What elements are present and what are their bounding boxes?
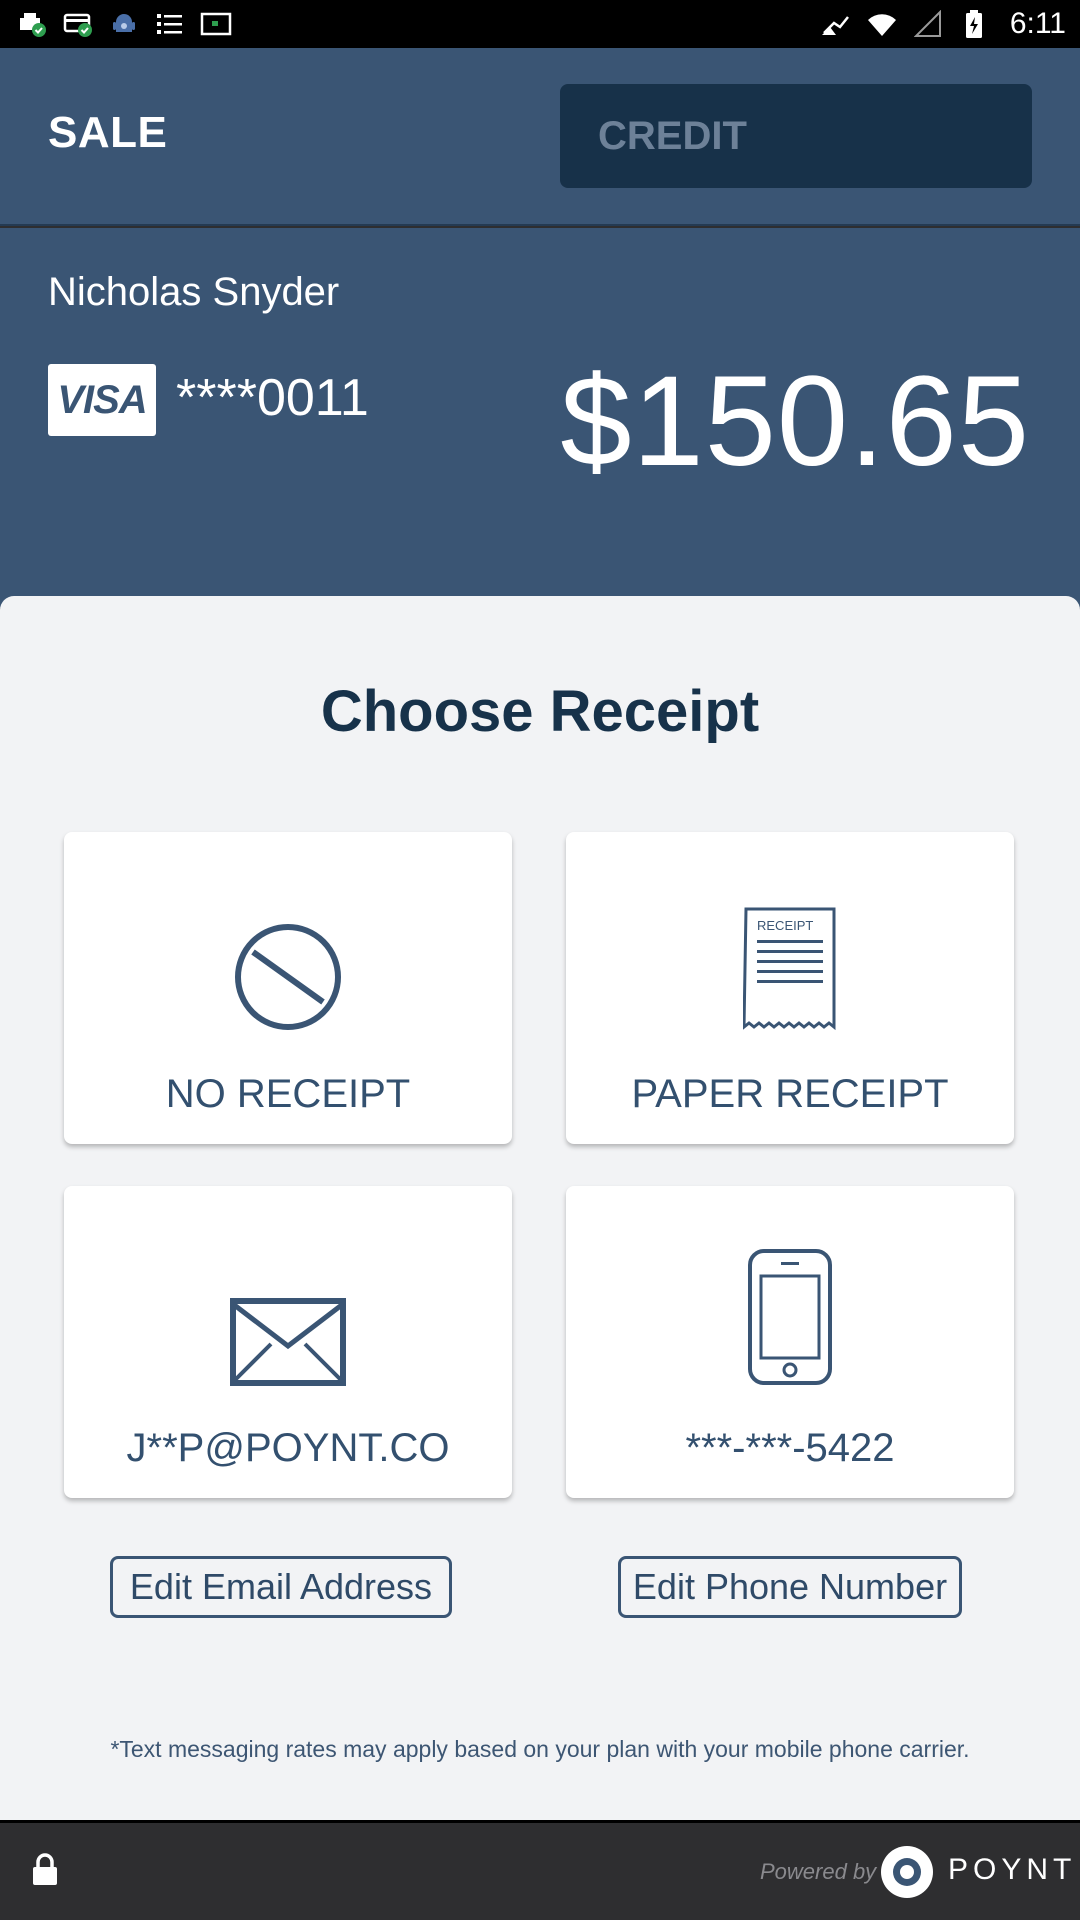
card-number: ****0011 — [176, 369, 369, 427]
hotspot-icon — [820, 9, 852, 39]
sms-disclaimer: *Text messaging rates may apply based on… — [110, 1736, 970, 1762]
android-debug-icon — [108, 9, 140, 39]
payment-type-label: CREDIT — [598, 113, 747, 158]
receipt-icon-text: RECEIPT — [757, 918, 813, 933]
envelope-icon — [230, 1298, 346, 1386]
prohibited-icon — [235, 924, 341, 1030]
mobile-phone-icon — [748, 1249, 832, 1385]
status-time: 6:11 — [1009, 7, 1066, 40]
status-bar: 6:11 — [0, 0, 1080, 48]
customer-name: Nicholas Snyder — [48, 270, 340, 314]
status-bar-right: 6:11 — [820, 7, 1066, 41]
no-receipt-label: NO RECEIPT — [165, 1072, 411, 1116]
card-check-icon — [62, 9, 94, 39]
signal-icon — [912, 9, 944, 39]
paper-receipt-icon: RECEIPT — [743, 907, 836, 1031]
no-receipt-button[interactable]: NO RECEIPT — [64, 832, 512, 1144]
receipt-panel: Choose Receipt NO RECEIPT RECEIPT PAPER … — [0, 596, 1080, 1820]
powered-by-text: Powered by — [760, 1859, 877, 1884]
status-bar-left — [16, 9, 232, 39]
edit-phone-button[interactable]: Edit Phone Number — [618, 1556, 962, 1618]
poynt-logo-icon — [880, 1845, 934, 1904]
card-brand-label: VISA — [57, 377, 147, 422]
payment-type-selector[interactable]: CREDIT — [560, 84, 1032, 188]
paper-receipt-icon-wrap: RECEIPT — [743, 872, 837, 1032]
header: SALE CREDIT — [0, 48, 1080, 226]
screen-icon — [200, 9, 232, 39]
transaction-summary: Nicholas Snyder VISA ****0011 $150.65 — [0, 228, 1080, 608]
edit-email-button[interactable]: Edit Email Address — [110, 1556, 452, 1618]
no-receipt-icon-wrap — [233, 872, 343, 1032]
battery-charging-icon — [958, 9, 990, 39]
phone-icon-wrap — [747, 1226, 833, 1386]
paper-receipt-button[interactable]: RECEIPT PAPER RECEIPT — [566, 832, 1014, 1144]
transaction-type-title: SALE — [48, 108, 168, 157]
lock-icon[interactable] — [30, 1853, 60, 1892]
page-title: Choose Receipt — [320, 679, 760, 744]
transaction-amount: $150.65 — [560, 350, 1030, 493]
email-receipt-label: J**P@POYNT.CO — [126, 1426, 450, 1470]
list-icon — [154, 9, 186, 39]
phone-receipt-label: ***-***-5422 — [685, 1426, 895, 1470]
poynt-brand-text: POYNT — [948, 1853, 1077, 1886]
paper-receipt-label: PAPER RECEIPT — [631, 1072, 949, 1116]
sms-receipt-button[interactable]: ***-***-5422 — [566, 1186, 1014, 1498]
footer: Powered by POYNT — [0, 1820, 1080, 1920]
wifi-icon — [866, 9, 898, 39]
email-icon-wrap — [230, 1226, 346, 1386]
visa-card-icon: VISA — [48, 364, 156, 436]
email-receipt-button[interactable]: J**P@POYNT.CO — [64, 1186, 512, 1498]
printer-check-icon — [16, 9, 48, 39]
